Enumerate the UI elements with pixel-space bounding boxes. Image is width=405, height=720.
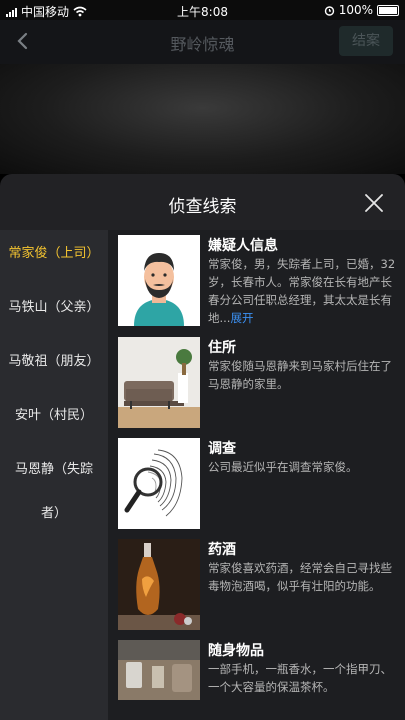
living-room-photo-icon (118, 337, 200, 428)
clue-sheet: 侦查线索 常家俊（上司） 马铁山（父亲） 马敬祖（朋友） 安叶（村民） 马恩静（… (0, 174, 405, 720)
status-bar: 中国移动 上午8:08 100% (0, 0, 405, 20)
clue-desc: 一部手机，一瓶香水，一个指甲刀、一个大容量的保温茶杯。 (208, 662, 392, 694)
alarm-icon (324, 5, 334, 16)
close-case-button[interactable]: 结案 (339, 26, 393, 56)
background-image (0, 64, 405, 174)
close-icon[interactable] (363, 192, 385, 214)
sidebar-item-maenjing-cont[interactable]: 者） (0, 502, 108, 521)
clue-title: 随身物品 (208, 643, 264, 659)
suspect-sidebar: 常家俊（上司） 马铁山（父亲） 马敬祖（朋友） 安叶（村民） 马恩静（失踪 者） (0, 230, 108, 720)
clue-desc: 常家俊喜欢药酒，经常会自己寻找些毒物泡酒喝，似乎有壮阳的功能。 (208, 561, 392, 593)
clue-title: 调查 (208, 441, 236, 457)
personal-items-photo-icon (118, 640, 200, 700)
sheet-title: 侦查线索 (168, 197, 237, 217)
sidebar-item-anye[interactable]: 安叶（村民） (0, 404, 108, 423)
clue-title: 嫌疑人信息 (208, 238, 278, 254)
magnifier-fingerprint-icon (118, 438, 200, 529)
battery-percent: 100% (338, 3, 373, 17)
sheet-header: 侦查线索 (0, 174, 405, 230)
sidebar-item-changjiajun[interactable]: 常家俊（上司） (0, 242, 108, 261)
clue-desc: 常家俊，男，失踪者上司，已婚，32岁，长春市人。常家俊在长有地产长春分公司任职总… (208, 257, 396, 325)
expand-link[interactable]: 展开 (230, 311, 253, 325)
clue-desc: 常家俊随马恩静来到马家村后住在了马恩静的家里。 (208, 359, 392, 391)
clue-title: 住所 (208, 340, 236, 356)
clue-desc: 公司最近似乎在调查常家俊。 (208, 460, 358, 474)
sidebar-item-matieshan[interactable]: 马铁山（父亲） (0, 296, 108, 315)
suspect-avatar-icon (118, 235, 200, 326)
sidebar-item-maenjing[interactable]: 马恩静（失踪 (0, 458, 108, 477)
nav-bar: 野岭惊魂 结案 (0, 20, 405, 64)
sidebar-item-majingzu[interactable]: 马敬祖（朋友） (0, 350, 108, 369)
clue-title: 药酒 (208, 542, 236, 558)
battery-icon (377, 4, 399, 16)
clue-list: 嫌疑人信息 常家俊，男，失踪者上司，已婚，32岁，长春市人。常家俊在长有地产长春… (108, 230, 405, 720)
liquor-bottle-photo-icon (118, 539, 200, 630)
